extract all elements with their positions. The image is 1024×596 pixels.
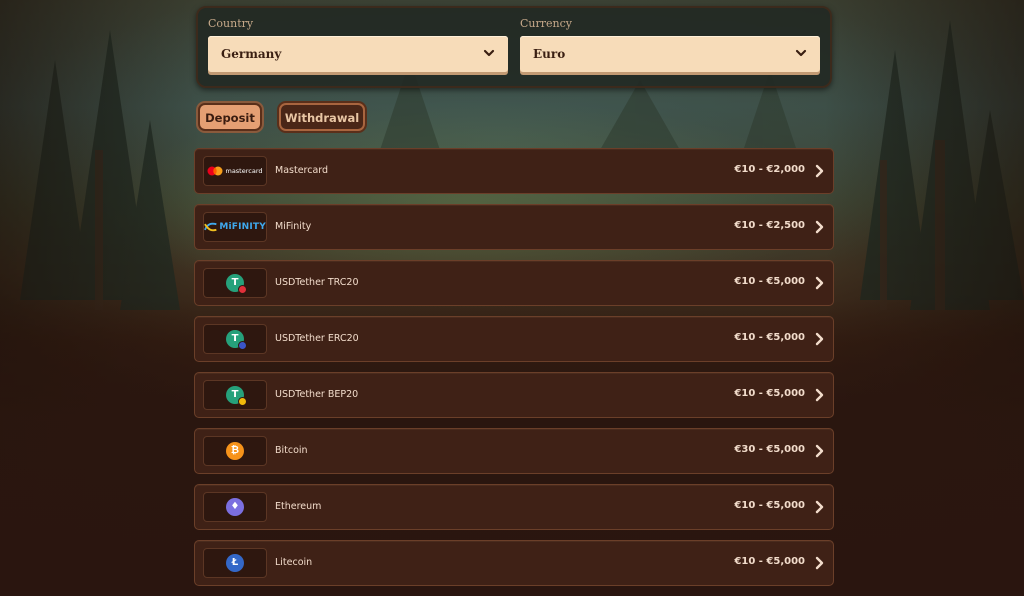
method-name: USDTether BEP20 [275, 389, 359, 400]
method-name: Litecoin [275, 557, 313, 568]
payment-method-list: mastercard Mastercard €10 - €2,000 MiFIN… [194, 148, 834, 596]
chevron-right-icon [815, 164, 824, 178]
chevron-right-icon [815, 444, 824, 458]
litecoin-icon: Ł [226, 554, 244, 572]
mastercard-circles-icon [207, 166, 223, 176]
payment-method-litecoin[interactable]: Ł Litecoin €10 - €5,000 [194, 540, 834, 586]
logo-box: Ł [203, 548, 267, 578]
mastercard-logo: mastercard [203, 156, 267, 186]
payment-method-mastercard[interactable]: mastercard Mastercard €10 - €2,000 [194, 148, 834, 194]
logo-box: T [203, 380, 267, 410]
method-limit: €10 - €5,000 [734, 388, 805, 399]
method-limit: €10 - €5,000 [734, 276, 805, 287]
chevron-right-icon [815, 276, 824, 290]
method-limit: €10 - €5,000 [734, 556, 805, 567]
logo-box: T [203, 268, 267, 298]
method-name: Ethereum [275, 501, 322, 512]
payment-method-ethereum[interactable]: ♦ Ethereum €10 - €5,000 [194, 484, 834, 530]
payment-method-usdt-erc20[interactable]: T USDTether ERC20 €10 - €5,000 [194, 316, 834, 362]
mifinity-logo-text: MiFINITY [219, 222, 266, 232]
tron-badge-icon [238, 285, 247, 294]
method-limit: €10 - €5,000 [734, 332, 805, 343]
payment-method-mifinity[interactable]: MiFINITY MiFinity €10 - €2,500 [194, 204, 834, 250]
method-name: MiFinity [275, 221, 312, 232]
tab-deposit[interactable]: Deposit [198, 103, 262, 131]
tether-bep20-icon: T [226, 386, 247, 406]
chevron-down-icon [795, 49, 807, 57]
method-name: USDTether ERC20 [275, 333, 359, 344]
logo-box: ♦ [203, 492, 267, 522]
bitcoin-icon: ₿ [226, 442, 244, 460]
payment-method-usdt-trc20[interactable]: T USDTether TRC20 €10 - €5,000 [194, 260, 834, 306]
bnb-badge-icon [238, 397, 247, 406]
country-select-value: Germany [221, 47, 282, 61]
tab-withdrawal[interactable]: Withdrawal [279, 103, 365, 131]
country-select[interactable]: Germany [208, 36, 508, 72]
method-limit: €10 - €2,500 [734, 220, 805, 231]
method-name: USDTether TRC20 [275, 277, 359, 288]
method-limit: €10 - €5,000 [734, 500, 805, 511]
method-limit: €30 - €5,000 [734, 444, 805, 455]
chevron-right-icon [815, 388, 824, 402]
payment-method-usdt-bep20[interactable]: T USDTether BEP20 €10 - €5,000 [194, 372, 834, 418]
payment-method-bitcoin[interactable]: ₿ Bitcoin €30 - €5,000 [194, 428, 834, 474]
mifinity-logo: MiFINITY [203, 212, 267, 242]
method-name: Bitcoin [275, 445, 308, 456]
ethereum-badge-icon [238, 341, 247, 350]
tether-trc20-icon: T [226, 274, 247, 294]
chevron-right-icon [815, 220, 824, 234]
mifinity-swoosh-icon [204, 222, 217, 232]
logo-box: ₿ [203, 436, 267, 466]
method-name: Mastercard [275, 165, 329, 176]
method-limit: €10 - €2,000 [734, 164, 805, 175]
currency-select-value: Euro [533, 47, 566, 61]
chevron-right-icon [815, 556, 824, 570]
chevron-right-icon [815, 500, 824, 514]
tether-erc20-icon: T [226, 330, 247, 350]
filter-panel: Country Germany Currency Euro [196, 6, 832, 88]
country-label: Country [208, 17, 254, 30]
currency-label: Currency [520, 17, 572, 30]
logo-box: T [203, 324, 267, 354]
chevron-down-icon [483, 49, 495, 57]
currency-select[interactable]: Euro [520, 36, 820, 72]
chevron-right-icon [815, 332, 824, 346]
ethereum-icon: ♦ [226, 498, 244, 516]
mastercard-logo-text: mastercard [225, 167, 263, 175]
